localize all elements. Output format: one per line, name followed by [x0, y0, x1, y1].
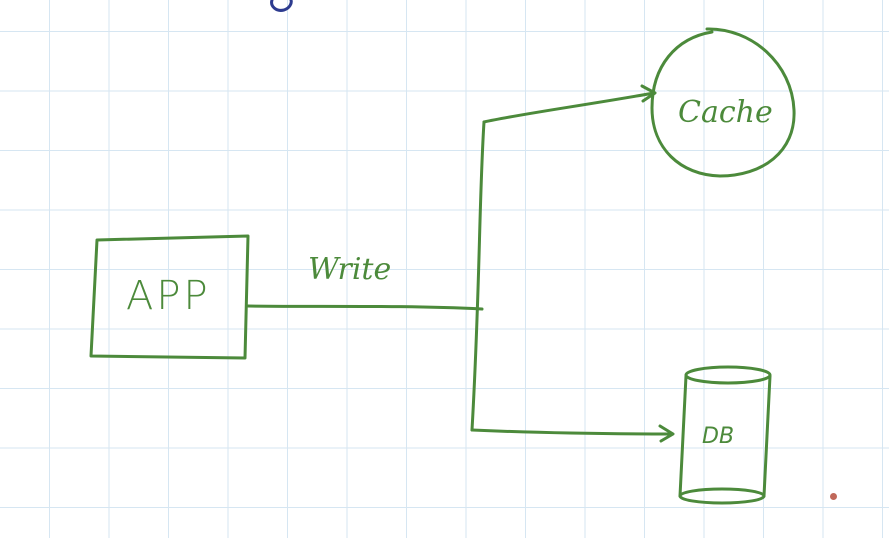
cut-off-title-stroke: [270, 0, 293, 12]
app-label: APP: [126, 273, 211, 319]
connector-app-to-branch: [246, 304, 484, 311]
connector-to-db: [470, 428, 674, 436]
pointer-dot: [830, 493, 837, 500]
connector-branch-vertical: [470, 120, 486, 432]
grid-whiteboard: APP Write Cache DB: [0, 0, 889, 538]
db-cylinder-top: [684, 365, 772, 385]
db-cylinder-bottom: [678, 487, 766, 505]
diagram-drawing: [89, 0, 796, 505]
cache-label: Cache: [678, 95, 773, 130]
write-edge-label: Write: [308, 252, 392, 287]
db-label: DB: [702, 424, 735, 449]
connector-to-cache: [482, 91, 656, 124]
